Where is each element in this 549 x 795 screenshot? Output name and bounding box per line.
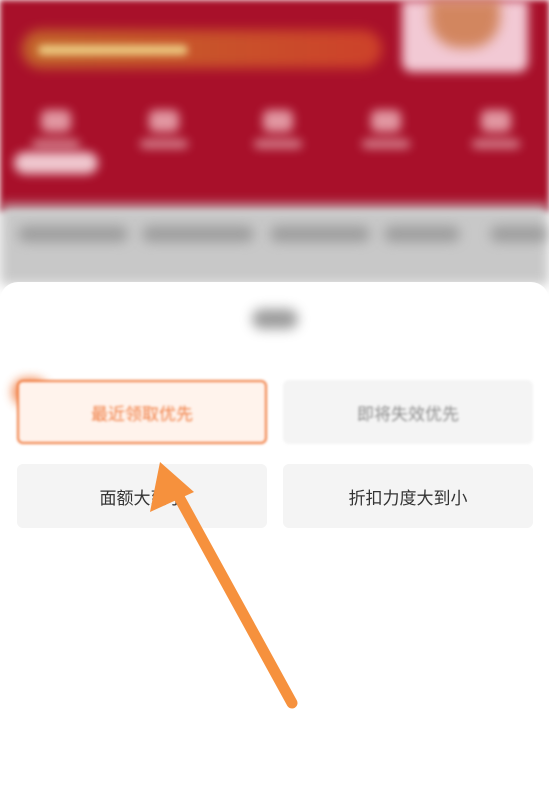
filter-bar-item-3 <box>270 226 370 242</box>
sort-option-discount-desc[interactable]: 折扣力度大到小 <box>283 464 533 528</box>
nav-item-4 <box>356 110 416 150</box>
promo-banner-thumbnail-figure <box>430 0 500 48</box>
nav-item-5 <box>466 110 526 150</box>
sort-option-recent-first[interactable]: 最近领取优先 <box>17 380 267 444</box>
filter-bar-item-2 <box>142 226 254 242</box>
sheet-title-blur <box>252 309 298 329</box>
sort-option-amount-desc[interactable]: 面额大到小 <box>17 464 267 528</box>
filter-bar-background <box>0 205 549 285</box>
sort-option-label: 折扣力度大到小 <box>348 488 468 509</box>
filter-bar-item-5 <box>490 226 548 242</box>
nav-selected-pill <box>14 152 98 174</box>
filter-bar-item-1 <box>18 226 128 242</box>
nav-item-3 <box>248 110 308 150</box>
nav-item-1 <box>26 110 86 150</box>
sort-option-label: 即将失效优先 <box>357 404 459 425</box>
sort-bottom-sheet <box>0 282 549 795</box>
sort-option-label: 最近领取优先 <box>91 404 193 425</box>
sort-option-label: 面额大到小 <box>99 488 185 509</box>
filter-bar-item-4 <box>384 226 460 242</box>
promo-banner-text-blur <box>38 45 188 55</box>
nav-item-2 <box>134 110 194 150</box>
sort-option-expiring-first[interactable]: 即将失效优先 <box>283 380 533 444</box>
